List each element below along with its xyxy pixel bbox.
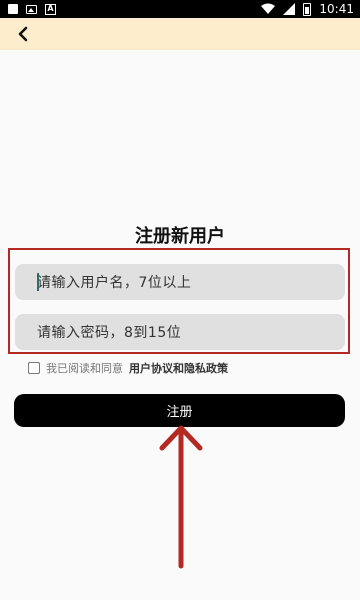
- status-bar-left: A: [8, 3, 56, 15]
- app-bar: [0, 18, 360, 50]
- status-bar-right: 10:41: [261, 2, 354, 16]
- image-notification-icon: [26, 4, 37, 14]
- a-notification-icon: A: [45, 3, 56, 15]
- arrow-annotation: [159, 425, 203, 569]
- agreement-prefix: 我已阅读和同意: [46, 362, 123, 375]
- page-title: 注册新用户: [135, 226, 225, 247]
- signal-icon: [283, 3, 296, 15]
- chevron-left-icon: [18, 26, 28, 42]
- agreement-checkbox[interactable]: [28, 362, 40, 374]
- status-bar: A 10:41: [0, 0, 360, 18]
- agreement-row: 我已阅读和同意 用户协议和隐私政策: [28, 360, 228, 376]
- battery-icon: [303, 2, 312, 16]
- status-time: 10:41: [319, 2, 354, 16]
- notification-icon: [8, 4, 18, 14]
- highlight-box: [8, 248, 350, 354]
- back-button[interactable]: [10, 22, 36, 46]
- agreement-links[interactable]: 用户协议和隐私政策: [129, 360, 228, 376]
- wifi-icon: [261, 3, 276, 14]
- register-screen: A 10:41 注册新用户 请输入用户名，7位以上 请输入密码，8到15位 我已…: [0, 0, 360, 600]
